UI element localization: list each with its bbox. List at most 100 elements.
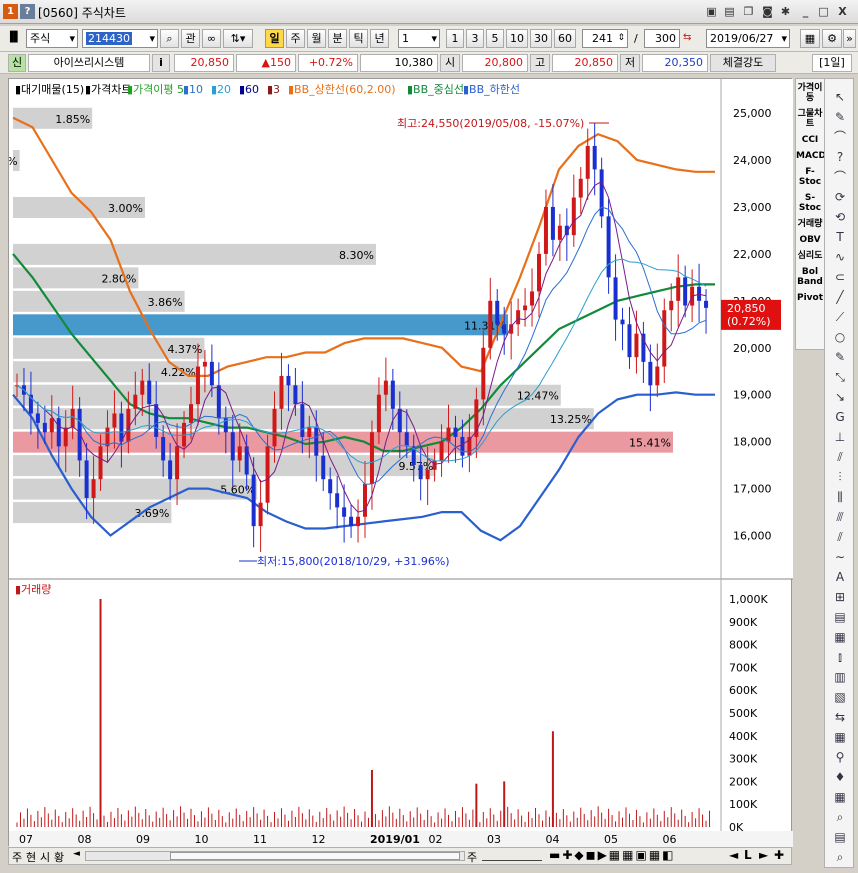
drawing-tool-icon[interactable]: G bbox=[835, 410, 844, 424]
nav-right-icon[interactable]: ► bbox=[759, 848, 768, 862]
drag-handle-icon[interactable]: ▐▌ bbox=[6, 32, 21, 43]
drawing-tool-icon[interactable]: ⚲ bbox=[836, 750, 845, 764]
drawing-tool-icon[interactable]: ⫼ bbox=[837, 490, 843, 504]
maximize-button[interactable]: □ bbox=[816, 4, 831, 19]
scroll-left-icon[interactable]: ◄ bbox=[73, 849, 80, 859]
drawing-tool-icon[interactable]: ⇆ bbox=[835, 710, 845, 724]
drawing-tool-icon[interactable]: ⟲ bbox=[835, 210, 845, 224]
sidebar-item-pivot[interactable]: Pivot bbox=[796, 293, 824, 303]
period-tick-button[interactable]: 틱 bbox=[349, 29, 368, 48]
interval-3-button[interactable]: 3 bbox=[466, 29, 484, 48]
drawing-tool-icon[interactable]: ∼ bbox=[835, 550, 845, 564]
period-month-button[interactable]: 월 bbox=[307, 29, 326, 48]
zoom-slider[interactable] bbox=[482, 851, 542, 861]
drawing-tool-icon[interactable]: ♦ bbox=[835, 770, 846, 784]
drawing-tool-icon[interactable]: ⊥ bbox=[835, 430, 845, 444]
sidebar-item-bol-band[interactable]: Bol Band bbox=[796, 267, 824, 287]
drawing-tool-icon[interactable]: ▦ bbox=[834, 730, 845, 744]
horizontal-scrollbar[interactable] bbox=[85, 851, 465, 861]
stock-name[interactable]: 아이쓰리시스템 bbox=[28, 54, 150, 72]
settings-icon[interactable]: ⚙ bbox=[822, 29, 842, 48]
watchlist-button[interactable]: 관 bbox=[181, 29, 200, 48]
tab-stock[interactable]: 주 bbox=[12, 849, 22, 865]
save-icon[interactable]: ▦ bbox=[800, 29, 820, 48]
restore-icon[interactable]: ▣ bbox=[704, 4, 719, 19]
drawing-tool-icon[interactable]: ⟳ bbox=[835, 190, 845, 204]
strength-label[interactable]: 체결강도 bbox=[710, 54, 776, 72]
drawing-tool-icon[interactable]: ⌒ bbox=[834, 130, 846, 144]
help-icon[interactable]: ? bbox=[20, 4, 35, 19]
period-week-button[interactable]: 주 bbox=[286, 29, 305, 48]
drawing-tool-icon[interactable]: ⫶ bbox=[838, 470, 841, 484]
info-button[interactable]: i bbox=[152, 54, 170, 72]
scrollbar-thumb[interactable] bbox=[170, 852, 460, 860]
sidebar-item-obv[interactable]: OBV bbox=[796, 235, 824, 245]
drawing-tool-icon[interactable]: ⫻ bbox=[836, 510, 844, 524]
minimize-button[interactable]: _ bbox=[798, 4, 813, 19]
sidebar-item-f-stoc[interactable]: F-Stoc bbox=[796, 167, 824, 187]
chart-area[interactable]: ▮대기매물(15) ▮가격차트 ▮가격이평 5 ▮10 ▮20 ▮60 ▮3 ▮BB_상한선(… bbox=[0, 78, 793, 847]
link-icon[interactable]: ∞ bbox=[202, 29, 221, 48]
display-count-input[interactable]: 241 ⇕ bbox=[582, 29, 628, 48]
gear-icon[interactable]: ✱ bbox=[778, 4, 793, 19]
sidebar-item-volume[interactable]: 거래량 bbox=[796, 219, 824, 229]
drawing-tool-icon[interactable]: ⫽ bbox=[836, 530, 843, 544]
sidebar-item-macd[interactable]: MACD bbox=[796, 151, 826, 161]
copy-icon[interactable]: ❐ bbox=[741, 4, 756, 19]
expand-icon[interactable]: » bbox=[843, 29, 856, 48]
drawing-tool-icon[interactable]: ⫽ bbox=[836, 450, 843, 464]
arrows-icon[interactable]: ⇆ bbox=[683, 32, 691, 43]
doc-icon[interactable]: ▤ bbox=[722, 4, 737, 19]
drawing-tool-icon[interactable]: ⌕ bbox=[837, 810, 844, 824]
interval-5-button[interactable]: 5 bbox=[486, 29, 504, 48]
drawing-tool-icon[interactable]: ✎ bbox=[835, 110, 845, 124]
drawing-tool-icon[interactable]: ▤ bbox=[834, 610, 845, 624]
date-picker[interactable]: 2019/06/27 ▾ bbox=[706, 29, 790, 48]
drawing-tool-icon[interactable]: ▥ bbox=[834, 670, 845, 684]
drawing-tool-icon[interactable]: T bbox=[835, 230, 844, 244]
drawing-tool-icon[interactable]: ○ bbox=[835, 330, 845, 344]
drawing-tool-icon[interactable]: ∿ bbox=[835, 250, 845, 264]
tab-current[interactable]: 현 bbox=[26, 849, 36, 865]
sidebar-item-cci[interactable]: CCI bbox=[796, 135, 824, 145]
drawing-tool-icon[interactable]: ╱ bbox=[835, 289, 844, 304]
tab-market[interactable]: 시 bbox=[40, 849, 50, 865]
chart-control-icons[interactable]: ▬✚◆◼▶▦▦▣▦◧ bbox=[549, 848, 676, 862]
interval-60-button[interactable]: 60 bbox=[554, 29, 576, 48]
drawing-tool-icon[interactable]: ▤ bbox=[834, 830, 845, 844]
tab-status[interactable]: 황 bbox=[54, 849, 64, 865]
drawing-tool-icon[interactable]: A bbox=[836, 570, 845, 584]
interval-30-button[interactable]: 30 bbox=[530, 29, 552, 48]
drawing-tool-icon[interactable]: ⊞ bbox=[835, 590, 845, 604]
tab-week[interactable]: 주 bbox=[467, 849, 477, 865]
period-year-button[interactable]: 년 bbox=[370, 29, 389, 48]
search-icon[interactable]: ⌕ bbox=[160, 29, 179, 48]
nav-left-icon[interactable]: ◄ bbox=[729, 848, 738, 862]
camera-icon[interactable]: ◙ bbox=[760, 4, 775, 19]
drawing-tool-icon[interactable]: ⌕ bbox=[837, 850, 844, 864]
period-minute-button[interactable]: 분 bbox=[328, 29, 347, 48]
drawing-tool-icon[interactable]: ▦ bbox=[834, 630, 845, 644]
window-number-badge[interactable]: 1 bbox=[3, 4, 18, 19]
interval-select[interactable]: 1 ▾ bbox=[398, 29, 440, 48]
sidebar-item-grid-chart[interactable]: 그물차트 bbox=[796, 109, 824, 129]
market-select[interactable]: 주식 ▾ bbox=[26, 29, 78, 48]
updown-stepper[interactable]: ⇅▾ bbox=[223, 29, 253, 48]
drawing-tool-icon[interactable]: ▦ bbox=[834, 790, 845, 804]
drawing-tool-icon[interactable]: ↖ bbox=[835, 90, 845, 104]
drawing-tool-icon[interactable]: ✎ bbox=[835, 350, 845, 364]
last-icon[interactable]: L bbox=[744, 848, 752, 862]
close-button[interactable]: X bbox=[835, 4, 850, 19]
fit-icon[interactable]: ✚ bbox=[774, 848, 784, 862]
period-day-button[interactable]: 일 bbox=[265, 29, 284, 48]
total-count-input[interactable]: 300 bbox=[644, 29, 680, 48]
drawing-tool-icon[interactable]: ? bbox=[837, 150, 843, 164]
stock-code-input[interactable]: 214430 ▾ bbox=[82, 29, 158, 48]
drawing-tool-icon[interactable]: ⟋ bbox=[836, 310, 845, 324]
drawing-tool-icon[interactable]: ▧ bbox=[834, 690, 845, 704]
sidebar-item-price-ma[interactable]: 가격이동 bbox=[796, 83, 824, 103]
interval-1-button[interactable]: 1 bbox=[446, 29, 464, 48]
drawing-tool-icon[interactable]: ⤡ bbox=[835, 370, 845, 384]
drawing-tool-icon[interactable]: ⌒ bbox=[834, 170, 846, 184]
sidebar-item-s-stoc[interactable]: S-Stoc bbox=[796, 193, 824, 213]
